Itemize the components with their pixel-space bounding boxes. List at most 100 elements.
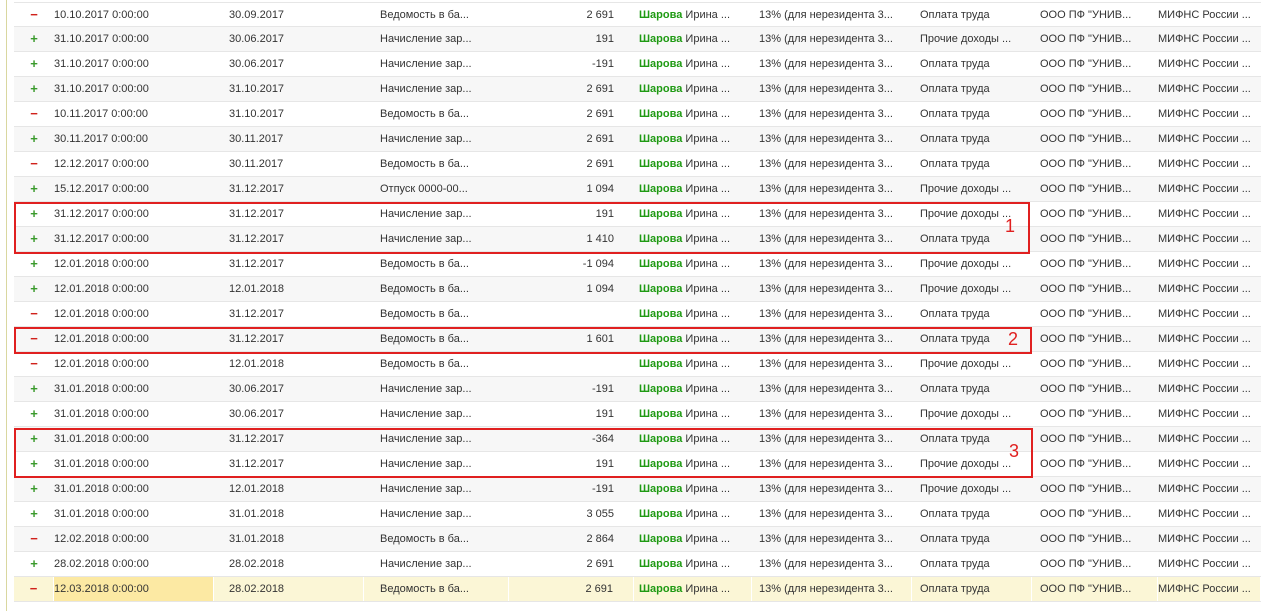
highlight-label-2: 2: [1008, 329, 1019, 349]
income-date-cell: 31.12.2017: [229, 183, 285, 195]
organization-cell: ООО ПФ "УНИВ...: [1040, 308, 1132, 320]
employee-name: Ирина ...: [682, 158, 731, 170]
organization-cell: ООО ПФ "УНИВ...: [1040, 408, 1132, 420]
tax-authority-cell: МИФНС России ...: [1158, 258, 1251, 270]
period-date-cell: 10.11.2017 0:00:00: [54, 108, 148, 120]
tax-authority-cell: МИФНС России ...: [1158, 358, 1251, 370]
table-row[interactable]: +31.10.2017 0:00:00 30.06.2017 Начисление …: [14, 27, 1261, 52]
tax-authority-cell: МИФНС России ...: [1158, 283, 1251, 295]
organization-cell: ООО ПФ "УНИВ...: [1040, 433, 1132, 445]
highlight-box-1: [14, 202, 1030, 254]
tax-authority-cell: МИФНС России ...: [1158, 108, 1251, 120]
period-date-cell: 10.10.2017 0:00:00: [54, 9, 149, 21]
income-date-cell: 31.10.2017: [229, 108, 285, 120]
table-row[interactable]: − 12.01.2018 0:00:00 12.01.2018 Ведомость в…: [14, 352, 1261, 377]
employee-cell: Шарова Ирина ...: [634, 52, 752, 76]
plus-icon: +: [30, 556, 38, 571]
income-date-cell: 30.11.2017: [229, 133, 284, 145]
table-row[interactable]: +28.02.2018 0:00:00 28.02.2018 Начисление …: [14, 552, 1261, 577]
amount-cell: 191: [595, 408, 614, 420]
employee-surname: Шарова: [639, 483, 683, 495]
employee-surname: Шарова: [639, 33, 683, 45]
employee-name: Ирина ...: [682, 408, 731, 420]
amount-cell: 2 691: [509, 577, 634, 601]
table-row[interactable]: +31.01.2018 0:00:00 30.06.2017 Начисление …: [14, 377, 1261, 402]
table-row[interactable]: +31.10.2017 0:00:00 30.06.2017 Начисление …: [14, 52, 1261, 77]
amount-cell: 1 094: [586, 183, 614, 195]
period-date-cell: 31.01.2018 0:00:00: [54, 508, 149, 520]
income-type-cell: Прочие доходы ...: [920, 183, 1012, 195]
period-date-cell: 15.12.2017 0:00:00: [54, 183, 149, 195]
income-date-cell: 28.02.2018: [214, 577, 364, 601]
document-cell: Ведомость в ба...: [380, 283, 469, 295]
table-row[interactable]: +12.01.2018 0:00:00 12.01.2018 Ведомость в…: [14, 277, 1261, 302]
employee-surname: Шарова: [639, 508, 683, 520]
income-date-cell: 30.09.2017: [229, 9, 285, 21]
document-cell: Ведомость в ба...: [364, 577, 509, 601]
employee-name: Ирина ...: [682, 108, 731, 120]
document-cell: Ведомость в ба...: [380, 258, 469, 270]
document-cell: Ведомость в ба...: [380, 533, 469, 545]
employee-name: Ирина ...: [682, 183, 731, 195]
table-row[interactable]: − 12.12.2017 0:00:00 30.11.2017 Ведомость в…: [14, 152, 1261, 177]
organization-cell: ООО ПФ "УНИВ...: [1040, 108, 1132, 120]
amount-cell: [509, 302, 634, 326]
employee-surname: Шарова: [639, 183, 683, 195]
income-date-cell: 30.06.2017: [229, 58, 285, 70]
table-row[interactable]: +31.01.2018 0:00:00 12.01.2018 Начисление …: [14, 477, 1261, 502]
amount-cell: 2 864: [586, 533, 614, 545]
organization-cell: ООО ПФ "УНИВ...: [1040, 283, 1132, 295]
table-row[interactable]: − 10.11.2017 0:00:00 31.10.2017 Ведомость в…: [14, 102, 1261, 127]
table-row[interactable]: +12.01.2018 0:00:00 31.12.2017 Ведомость в…: [14, 252, 1261, 277]
table-row[interactable]: − 12.02.2018 0:00:00 31.01.2018 Ведомость в…: [14, 527, 1261, 552]
table-row[interactable]: +31.10.2017 0:00:00 31.10.2017 Начисление …: [14, 77, 1261, 102]
document-cell: Начисление зар...: [380, 508, 472, 520]
tax-rate-cell: 13% (для нерезидента 3...: [759, 83, 893, 95]
highlight-label-1: 1: [1005, 216, 1016, 236]
employee-cell: Шарова Ирина ...: [634, 127, 752, 151]
organization-cell: ООО ПФ "УНИВ...: [1040, 508, 1132, 520]
employee-name: Ирина ...: [682, 558, 731, 570]
income-date-cell: 31.12.2017: [229, 308, 285, 320]
organization-cell: ООО ПФ "УНИВ...: [1040, 83, 1132, 95]
employee-surname: Шарова: [639, 283, 683, 295]
employee-cell: Шарова Ирина ...: [634, 577, 752, 601]
employee-name: Ирина ...: [682, 383, 731, 395]
employee-cell: Шарова Ирина ...: [634, 502, 752, 526]
amount-cell: [509, 352, 634, 376]
employee-cell: Шарова Ирина ...: [634, 477, 752, 501]
table-row[interactable]: +31.01.2018 0:00:00 31.01.2018 Начисление …: [14, 502, 1261, 527]
amount-cell: 2 691: [586, 108, 614, 120]
tax-rate-cell: 13% (для нерезидента 3...: [759, 308, 893, 320]
employee-cell: Шарова Ирина ...: [634, 352, 752, 376]
employee-name: Ирина ...: [682, 508, 731, 520]
income-date-cell: 30.06.2017: [229, 383, 285, 395]
employee-surname: Шарова: [639, 383, 683, 395]
table-row[interactable]: − 10.10.2017 0:00:00 30.09.2017 Ведомость в…: [14, 2, 1261, 27]
amount-cell: 2 691: [586, 558, 614, 570]
income-type-cell: Прочие доходы ...: [920, 33, 1012, 45]
document-cell: Начисление зар...: [380, 483, 472, 495]
register-table: − 10.10.2017 0:00:00 30.09.2017 Ведомость в…: [14, 2, 1261, 602]
period-date-cell: 31.01.2018 0:00:00: [54, 483, 149, 495]
table-row[interactable]: +31.01.2018 0:00:00 30.06.2017 Начисление …: [14, 402, 1261, 427]
income-type-cell: Оплата труда: [920, 83, 990, 95]
income-date-cell: 12.01.2018: [229, 283, 285, 295]
organization-cell: ООО ПФ "УНИВ...: [1040, 558, 1132, 570]
table-row-current[interactable]: −12.03.2018 0:00:00 28.02.2018 Ведомость в…: [14, 577, 1261, 602]
period-date-cell: 12.01.2018 0:00:00: [54, 358, 149, 370]
employee-name: Ирина ...: [682, 583, 731, 595]
table-row[interactable]: +30.11.2017 0:00:00 30.11.2017 Начисление …: [14, 127, 1261, 152]
tax-rate-cell: 13% (для нерезидента 3...: [759, 383, 893, 395]
employee-name: Ирина ...: [682, 258, 731, 270]
employee-cell: Шарова Ирина ...: [634, 277, 752, 301]
table-row[interactable]: +15.12.2017 0:00:00 31.12.2017 Отпуск 0000…: [14, 177, 1261, 202]
organization-cell: ООО ПФ "УНИВ...: [1040, 533, 1132, 545]
table-row[interactable]: − 12.01.2018 0:00:00 31.12.2017 Ведомость в…: [14, 302, 1261, 327]
employee-surname: Шарова: [639, 358, 683, 370]
tax-rate-cell: 13% (для нерезидента 3...: [759, 158, 893, 170]
tax-authority-cell: МИФНС России ...: [1158, 558, 1251, 570]
period-date-cell: 31.01.2018 0:00:00: [54, 383, 149, 395]
document-cell: Начисление зар...: [380, 383, 472, 395]
document-cell: Ведомость в ба...: [380, 158, 469, 170]
